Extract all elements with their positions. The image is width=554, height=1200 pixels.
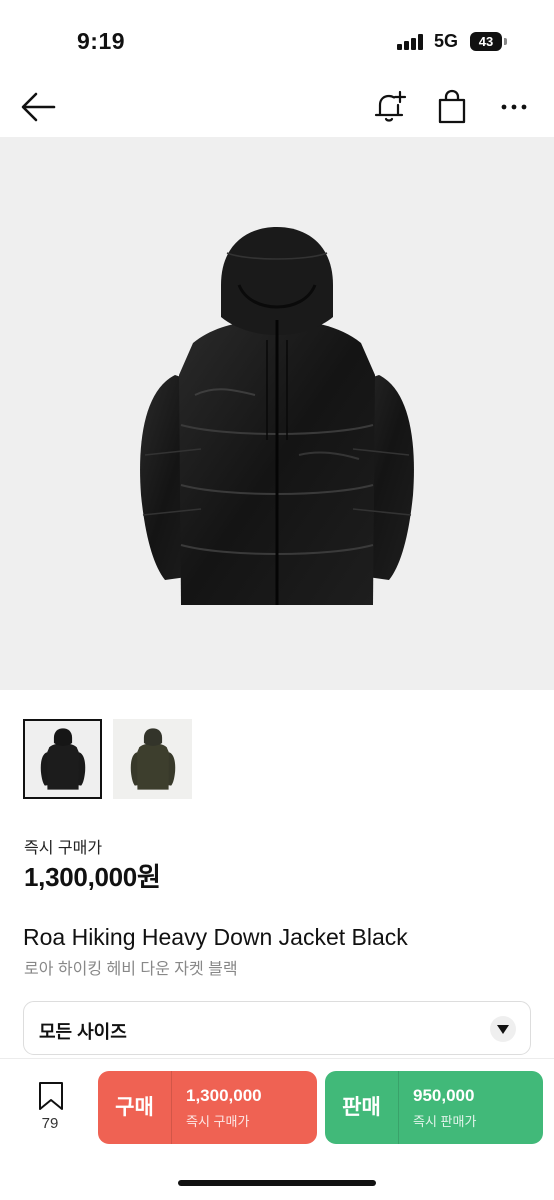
sell-button-sublabel: 즉시 판매가: [413, 1114, 477, 1129]
bookmark-count: 79: [41, 1115, 59, 1132]
buy-button-label: 구매: [115, 1096, 154, 1119]
buy-button-divider: [171, 1071, 172, 1144]
black-jacket-thumbnail[interactable]: [23, 719, 102, 799]
product-name-ko: 로아 하이킹 헤비 다운 자켓 블랙: [24, 961, 238, 978]
more-horizontal-icon[interactable]: [498, 92, 530, 122]
bell-plus-icon[interactable]: [372, 88, 408, 124]
sell-button[interactable]: 판매 950,000 즉시 판매가: [325, 1071, 543, 1144]
sell-button-label: 판매: [342, 1096, 381, 1119]
status-time: 9:19: [77, 28, 126, 54]
battery-tip: [504, 38, 507, 45]
status-bar: 9:19 5G 43: [0, 0, 554, 78]
sell-button-price: 950,000: [413, 1086, 475, 1105]
product-name-en: Roa Hiking Heavy Down Jacket Black: [23, 924, 408, 950]
price-label: 즉시 구매가: [24, 840, 103, 857]
signal-icon: [397, 34, 427, 50]
bookmark-icon: [39, 1082, 63, 1110]
chevron-down-icon: [490, 1016, 516, 1042]
shopping-bag-icon[interactable]: [435, 89, 469, 125]
battery-icon: 43: [470, 32, 502, 51]
price-value: 1,300,000원: [24, 862, 161, 892]
sell-button-divider: [398, 1071, 399, 1144]
bookmark-button[interactable]: 79: [28, 1081, 72, 1137]
buy-button-price: 1,300,000: [186, 1086, 262, 1105]
black-down-jacket-image: [140, 227, 414, 605]
bottom-action-bar: 79 구매 1,300,000 즉시 구매가 판매 950,000 즉시 판매가: [0, 1058, 554, 1200]
buy-button[interactable]: 구매 1,300,000 즉시 구매가: [98, 1071, 317, 1144]
buy-button-sublabel: 즉시 구매가: [186, 1114, 250, 1129]
product-image-area[interactable]: [0, 137, 554, 690]
network-label: 5G: [434, 31, 459, 51]
size-select-label: 모든 사이즈: [39, 1022, 127, 1042]
home-indicator: [178, 1180, 376, 1186]
olive-jacket-thumbnail[interactable]: [113, 719, 192, 799]
back-arrow-icon[interactable]: [20, 90, 58, 124]
nav-bar: [0, 78, 554, 136]
size-select[interactable]: 모든 사이즈: [23, 1001, 531, 1055]
